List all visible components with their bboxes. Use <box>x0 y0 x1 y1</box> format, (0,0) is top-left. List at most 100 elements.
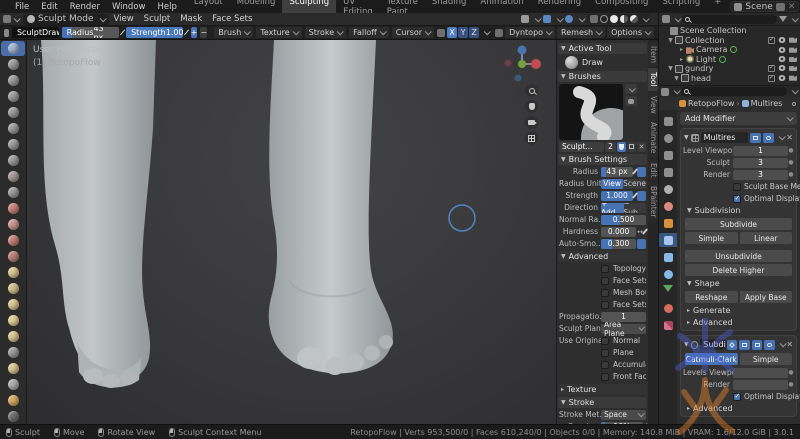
dyntopo-popover[interactable]: Dyntopo <box>505 27 555 38</box>
advanced-section-header[interactable]: ▸Advanced <box>683 403 794 414</box>
brush-subtract-button[interactable]: − <box>200 27 207 38</box>
catmull-clark-button[interactable]: Catmull-Clark <box>685 353 738 365</box>
sidebar-tab[interactable]: View <box>648 92 658 118</box>
normal-radius-slider[interactable]: 0.500 <box>601 215 646 225</box>
wireframe-shading-icon[interactable] <box>600 15 608 23</box>
direction-subtract[interactable]: − Sub... <box>624 203 647 213</box>
sidebar-tab[interactable]: Edit <box>648 159 658 182</box>
subdivide-simple-button[interactable]: Simple <box>685 232 738 244</box>
rendered-shading-icon[interactable] <box>630 15 638 23</box>
popover-button[interactable]: Brush <box>214 27 253 38</box>
brush-tool-button[interactable] <box>1 89 25 104</box>
close-scene-icon[interactable]: ✕ <box>788 2 796 12</box>
automask-checkbox[interactable] <box>601 265 609 273</box>
hide-eye-icon[interactable] <box>778 37 786 43</box>
3d-viewport[interactable]: User Perspective (1) RetopoFlow <box>27 40 556 424</box>
selectable-checkbox[interactable] <box>768 75 775 82</box>
menu-item[interactable]: File <box>9 2 35 12</box>
menu-item[interactable]: Edit <box>35 2 63 12</box>
properties-editor-icon[interactable] <box>661 88 669 96</box>
hardness-slider[interactable]: 0.000 <box>601 227 636 237</box>
radius-unit-view[interactable]: View <box>601 179 623 189</box>
outliner-item-label[interactable]: Camera <box>696 45 727 54</box>
brush-tool-button[interactable] <box>1 393 25 408</box>
reshape-button[interactable]: Reshape <box>685 291 738 303</box>
stroke-method-dropdown[interactable]: Space <box>601 410 646 420</box>
optimal-display-checkbox[interactable] <box>733 393 741 401</box>
draw-tool-label[interactable]: Draw <box>582 58 603 67</box>
brush-tool-button[interactable] <box>1 377 25 392</box>
use-original-plane-checkbox[interactable] <box>601 349 609 357</box>
subdivide-button[interactable]: Subdivide <box>685 218 792 230</box>
remesh-popover[interactable]: Remesh <box>557 27 605 38</box>
brush-tool-button[interactable] <box>1 313 25 328</box>
sculpt-plane-dropdown[interactable]: Area Plane <box>601 324 646 334</box>
options-popover[interactable]: Options <box>607 27 654 38</box>
add-modifier-dropdown[interactable]: Add Modifier <box>680 112 797 125</box>
modifier-value-field[interactable]: 1 <box>733 146 788 156</box>
viewport-menu-item[interactable]: View <box>109 14 139 24</box>
strength-pressure-icon[interactable] <box>184 29 189 35</box>
hide-eye-icon[interactable] <box>778 75 786 81</box>
radius-slider[interactable]: Radius 43 px <box>62 27 119 38</box>
outliner-item-label[interactable]: Scene Collection <box>680 26 747 35</box>
use-original-normal-checkbox[interactable] <box>601 337 609 345</box>
mode-selector[interactable]: Sculpt Mode <box>23 14 109 25</box>
properties-options-icon[interactable] <box>792 87 799 94</box>
modifier-name-field[interactable]: Subdi... <box>700 339 725 350</box>
autosmooth-slider[interactable]: 0.300 <box>601 239 636 249</box>
brushes-header[interactable]: ▼Brushes <box>558 71 647 82</box>
brush-tool-button[interactable] <box>1 249 25 264</box>
outliner-item-label[interactable]: gundry <box>685 64 713 73</box>
outliner-item-label[interactable]: Light <box>696 55 716 64</box>
brush-tool-button[interactable] <box>1 57 25 72</box>
properties-tab[interactable] <box>659 114 677 128</box>
autosmooth-pressure-icon[interactable] <box>637 239 646 249</box>
subdivision-section-header[interactable]: ▼Subdivision <box>683 205 794 216</box>
brush-settings-header[interactable]: ▼Brush Settings <box>558 154 647 165</box>
brush-tool-button[interactable] <box>1 185 25 200</box>
brush-datablock-icon[interactable] <box>4 29 9 37</box>
modifier-name-field[interactable]: Multires <box>701 132 749 143</box>
brush-tool-button[interactable] <box>1 345 25 360</box>
generate-section-header[interactable]: ▸Generate <box>683 305 794 316</box>
properties-tab[interactable] <box>659 165 677 179</box>
brush-tool-button[interactable] <box>1 137 25 152</box>
outliner-row[interactable]: ▼ head <box>659 74 800 84</box>
properties-tab[interactable] <box>659 250 677 264</box>
display-render-icon[interactable] <box>764 340 774 350</box>
brush-tool-button[interactable] <box>1 41 25 56</box>
popover-button[interactable]: Stroke <box>305 27 347 38</box>
active-tool-header[interactable]: ▼Active Tool <box>558 43 647 54</box>
sculpt-mesh-feet[interactable] <box>27 40 556 424</box>
display-render-icon[interactable] <box>763 133 774 143</box>
automask-checkbox[interactable] <box>601 301 609 309</box>
new-scene-icon[interactable] <box>776 3 785 11</box>
direction-add[interactable]: + Add <box>601 203 624 213</box>
automask-checkbox[interactable] <box>601 289 609 297</box>
breadcrumb-modifier[interactable]: Multires <box>751 99 783 108</box>
properties-tab[interactable] <box>659 199 677 213</box>
selectable-checkbox[interactable] <box>768 37 775 44</box>
viewport-menu-item[interactable]: Sculpt <box>139 14 176 24</box>
filter-funnel-icon[interactable] <box>779 16 787 22</box>
brush-image-icon[interactable] <box>625 96 637 106</box>
brush-tool-button[interactable] <box>1 233 25 248</box>
perspective-toggle-button[interactable] <box>525 132 538 145</box>
sidebar-tab[interactable]: Item <box>648 42 658 67</box>
outliner-row[interactable]: ▼ gundry <box>659 64 800 74</box>
advanced-section-header[interactable]: ▸Advanced <box>683 317 794 328</box>
overlays-toggle-icon[interactable] <box>543 15 551 23</box>
brush-name-field[interactable]: SculptDraw <box>12 27 59 38</box>
radius-slider[interactable]: 43 px <box>601 167 633 177</box>
brush-tool-button[interactable] <box>1 121 25 136</box>
expand-icon[interactable]: ▼ <box>667 37 674 44</box>
texture-header[interactable]: ▸Texture <box>558 384 647 395</box>
delete-higher-button[interactable]: Delete Higher <box>685 264 792 276</box>
brush-tool-button[interactable] <box>1 217 25 232</box>
front-faces-checkbox[interactable] <box>601 373 609 381</box>
properties-tab[interactable] <box>659 267 677 281</box>
properties-tab[interactable] <box>659 131 677 145</box>
advanced-header[interactable]: ▼Advanced <box>558 251 647 262</box>
brush-preview[interactable] <box>559 84 623 140</box>
